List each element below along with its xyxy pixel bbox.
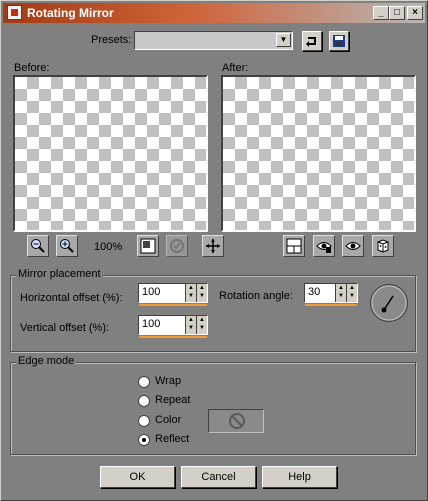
vertical-offset-label: Vertical offset (%): bbox=[20, 322, 110, 334]
eye-icon bbox=[345, 242, 361, 250]
presets-dropdown[interactable]: ▼ bbox=[134, 31, 293, 50]
pan-icon bbox=[206, 239, 220, 253]
horizontal-offset-field[interactable]: 100 ▲ ▼ ▲ ▼ bbox=[138, 283, 208, 306]
help-button[interactable]: Help bbox=[262, 466, 337, 488]
auto-proof-button[interactable] bbox=[313, 235, 335, 257]
horizontal-offset-label: Horizontal offset (%): bbox=[20, 292, 123, 304]
zoom-out-icon bbox=[31, 239, 45, 253]
rotation-angle-underline bbox=[305, 304, 357, 306]
zoom-level: 100% bbox=[94, 241, 123, 253]
maximize-button[interactable]: □ bbox=[389, 6, 405, 20]
radio-repeat[interactable] bbox=[138, 395, 150, 407]
randomize-icon bbox=[377, 239, 389, 253]
auto-proof-icon bbox=[316, 242, 332, 253]
radio-color[interactable] bbox=[138, 415, 150, 427]
radio-reflect[interactable] bbox=[138, 434, 150, 446]
zoom-fit-button[interactable] bbox=[137, 235, 159, 257]
no-color-icon bbox=[229, 413, 245, 429]
rotation-dial[interactable] bbox=[369, 283, 409, 323]
vertical-offset-range-icon[interactable]: ▲ ▼ bbox=[196, 316, 207, 334]
horizontal-offset-spin-icon[interactable]: ▲ ▼ bbox=[185, 284, 196, 302]
reset-presets-icon bbox=[306, 37, 316, 47]
presets-label: Presets: bbox=[91, 34, 132, 46]
before-preview[interactable] bbox=[13, 75, 208, 232]
vertical-offset-underline bbox=[139, 336, 207, 338]
dialog-window: Rotating Mirror _ □ × Presets: ▼ Before:… bbox=[0, 0, 428, 501]
horizontal-offset-value: 100 bbox=[142, 286, 161, 298]
title-bar[interactable]: Rotating Mirror _ □ × bbox=[3, 3, 425, 23]
ok-button[interactable]: OK bbox=[100, 466, 175, 488]
eye-button[interactable] bbox=[342, 235, 364, 257]
dial-icon bbox=[370, 284, 408, 322]
toggle-preview-button[interactable] bbox=[283, 235, 305, 257]
vertical-offset-value: 100 bbox=[142, 318, 161, 330]
vertical-offset-spin-icon[interactable]: ▲ ▼ bbox=[185, 316, 196, 334]
minimize-button[interactable]: _ bbox=[373, 6, 389, 20]
randomize-button[interactable] bbox=[372, 235, 394, 257]
horizontal-offset-underline bbox=[139, 304, 207, 306]
zoom-fit-icon bbox=[140, 238, 156, 254]
radio-wrap[interactable] bbox=[138, 376, 150, 388]
cancel-button[interactable]: Cancel bbox=[181, 466, 256, 488]
pan-button[interactable] bbox=[202, 235, 224, 257]
app-icon bbox=[7, 5, 22, 20]
radio-reflect-label: Reflect bbox=[155, 433, 190, 445]
zoom-in-icon bbox=[60, 239, 74, 253]
after-label: After: bbox=[222, 62, 249, 74]
rotation-angle-value: 30 bbox=[308, 286, 321, 298]
after-preview[interactable] bbox=[221, 75, 416, 232]
proof-icon bbox=[170, 239, 184, 253]
toggle-preview-icon bbox=[286, 238, 302, 254]
zoom-out-button[interactable] bbox=[27, 235, 49, 257]
close-button[interactable]: × bbox=[407, 6, 423, 20]
rotation-angle-spin-icon[interactable]: ▲ ▼ bbox=[335, 284, 346, 302]
chevron-down-icon[interactable]: ▼ bbox=[276, 33, 291, 47]
window-title: Rotating Mirror bbox=[27, 6, 114, 20]
zoom-in-button[interactable] bbox=[56, 235, 78, 257]
mirror-placement-title: Mirror placement bbox=[16, 268, 103, 280]
rotation-angle-label: Rotation angle: bbox=[219, 290, 293, 302]
vertical-offset-field[interactable]: 100 ▲ ▼ ▲ ▼ bbox=[138, 315, 208, 338]
radio-repeat-label: Repeat bbox=[155, 394, 191, 406]
horizontal-offset-range-icon[interactable]: ▲ ▼ bbox=[196, 284, 207, 302]
rotation-angle-field[interactable]: 30 ▲ ▼ ▲ ▼ bbox=[304, 283, 358, 306]
edge-mode-title: Edge mode bbox=[16, 355, 77, 367]
proof-button[interactable] bbox=[166, 235, 188, 257]
before-label: Before: bbox=[14, 62, 50, 74]
edge-color-swatch[interactable] bbox=[208, 409, 264, 433]
save-preset-icon bbox=[333, 35, 345, 47]
reset-presets-button[interactable] bbox=[302, 31, 322, 51]
rotation-angle-range-icon[interactable]: ▲ ▼ bbox=[346, 284, 357, 302]
radio-color-label: Color bbox=[155, 414, 182, 426]
save-preset-button[interactable] bbox=[329, 31, 349, 51]
radio-wrap-label: Wrap bbox=[155, 375, 182, 387]
